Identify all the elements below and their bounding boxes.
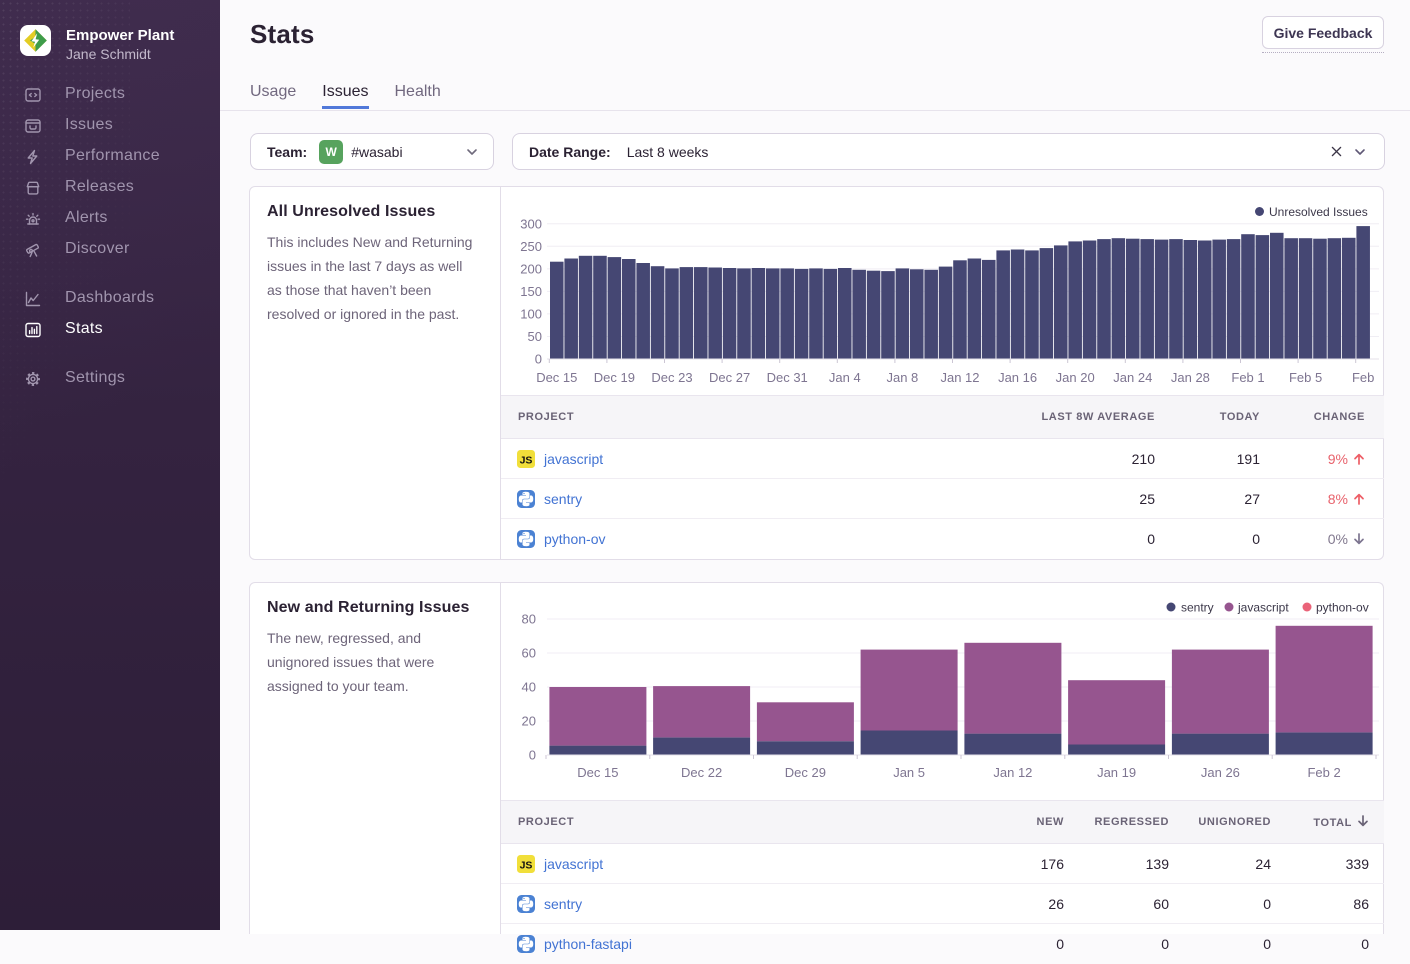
- svg-text:250: 250: [520, 239, 542, 254]
- svg-text:80: 80: [522, 612, 536, 627]
- svg-text:Dec 19: Dec 19: [594, 370, 635, 385]
- svg-text:Jan 28: Jan 28: [1171, 370, 1210, 385]
- svg-text:Feb: Feb: [1352, 370, 1374, 385]
- svg-text:150: 150: [520, 284, 542, 299]
- svg-text:0: 0: [529, 748, 536, 763]
- svg-text:Jan 24: Jan 24: [1113, 370, 1152, 385]
- svg-text:Feb 5: Feb 5: [1289, 370, 1322, 385]
- svg-text:60: 60: [522, 646, 536, 661]
- svg-text:Jan 16: Jan 16: [998, 370, 1037, 385]
- svg-text:JS: JS: [520, 859, 533, 871]
- svg-text:0: 0: [535, 352, 542, 367]
- svg-text:300: 300: [520, 216, 542, 231]
- svg-text:Feb 1: Feb 1: [1231, 370, 1264, 385]
- svg-text:Dec 27: Dec 27: [709, 370, 750, 385]
- svg-text:javascript: javascript: [1237, 601, 1289, 615]
- svg-text:Dec 15: Dec 15: [577, 765, 618, 780]
- svg-text:40: 40: [522, 680, 536, 695]
- svg-text:Jan 8: Jan 8: [886, 370, 918, 385]
- svg-text:Dec 22: Dec 22: [681, 765, 722, 780]
- svg-text:Jan 12: Jan 12: [993, 765, 1032, 780]
- svg-text:python-ov: python-ov: [1316, 601, 1369, 615]
- svg-text:Jan 26: Jan 26: [1201, 765, 1240, 780]
- svg-text:Unresolved Issues: Unresolved Issues: [1269, 205, 1368, 219]
- svg-text:Jan 4: Jan 4: [829, 370, 861, 385]
- svg-text:Feb 2: Feb 2: [1307, 765, 1340, 780]
- svg-text:Dec 15: Dec 15: [536, 370, 577, 385]
- svg-text:Dec 29: Dec 29: [785, 765, 826, 780]
- svg-text:Jan 12: Jan 12: [940, 370, 979, 385]
- svg-text:Jan 5: Jan 5: [893, 765, 925, 780]
- svg-text:Dec 31: Dec 31: [767, 370, 808, 385]
- svg-text:100: 100: [520, 306, 542, 321]
- svg-text:sentry: sentry: [1181, 601, 1214, 615]
- svg-text:20: 20: [522, 714, 536, 729]
- svg-text:Jan 19: Jan 19: [1097, 765, 1136, 780]
- svg-text:Dec 23: Dec 23: [651, 370, 692, 385]
- svg-text:Jan 20: Jan 20: [1056, 370, 1095, 385]
- svg-text:JS: JS: [520, 454, 533, 466]
- svg-text:200: 200: [520, 261, 542, 276]
- svg-text:50: 50: [528, 329, 542, 344]
